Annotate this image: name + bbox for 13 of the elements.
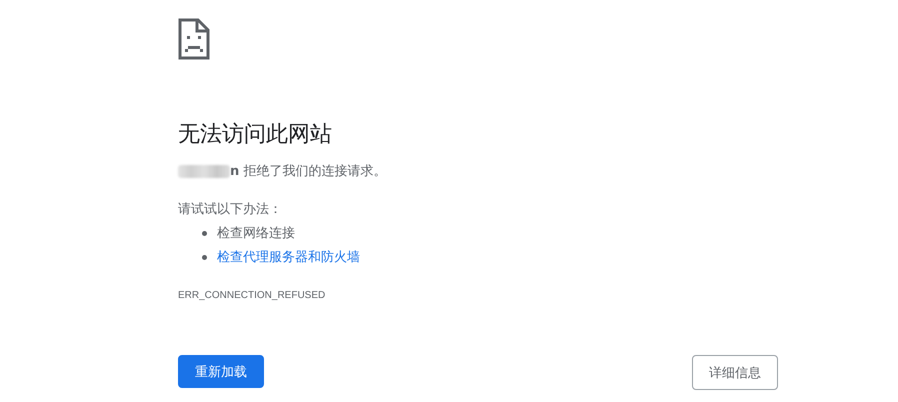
suggestion-link[interactable]: 检查代理服务器和防火墙 [217,248,360,266]
bullet-icon [202,254,207,260]
suggestion-text: 检查网络连接 [217,225,295,242]
error-message: 拒绝了我们的连接请求。 [243,163,386,180]
error-code: ERR_CONNECTION_REFUSED [178,290,326,302]
reload-button[interactable]: 重新加载 [178,355,264,388]
blurred-text [178,164,230,178]
error-heading: 无法访问此网站 [178,122,333,148]
sad-page-icon [178,18,210,60]
host-name: n [230,164,240,179]
bullet-icon [202,230,207,236]
details-button[interactable]: 详细信息 [692,355,778,390]
suggestions-intro: 请试试以下办法： [178,201,283,218]
